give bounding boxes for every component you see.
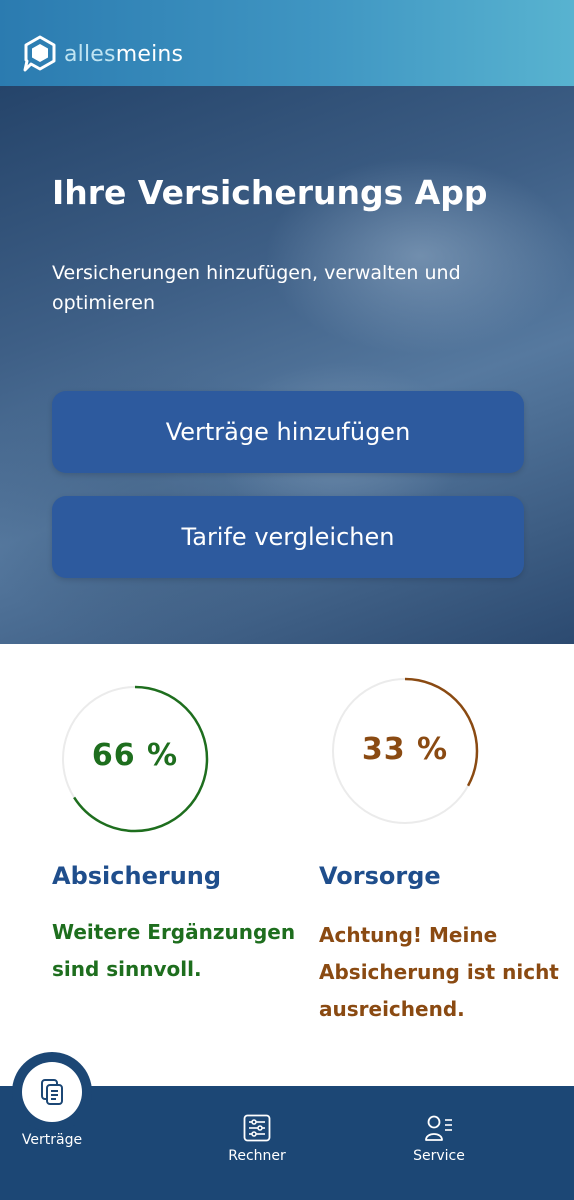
nav-label-service: Service [413,1148,465,1164]
brand-logo[interactable]: allesmeins [20,34,183,74]
hero-subtitle: Versicherungen hinzufügen, verwalten und… [52,262,461,314]
nav-item-service[interactable]: Service [399,1114,479,1164]
nav-label-calculator: Rechner [228,1148,286,1164]
retirement-title: Vorsorge [319,862,441,890]
coverage-title: Absicherung [52,862,222,890]
hero-section: Ihre Versicherungs App Versicherungen hi… [0,86,574,644]
compare-tariffs-button[interactable]: Tarife vergleichen [52,496,524,578]
nav-item-calculator[interactable]: Rechner [217,1114,297,1164]
nav-item-contracts-icon-button[interactable] [22,1062,82,1122]
coverage-message: Weitere Ergänzungen sind sinnvoll. [52,920,296,981]
app-header: allesmeins [0,0,574,86]
documents-icon [41,1079,63,1105]
nav-item-contracts[interactable]: Verträge [12,1132,92,1148]
add-contracts-button[interactable]: Verträge hinzufügen [52,391,524,473]
sliders-icon [243,1114,271,1142]
retirement-percent: 33 % [361,732,449,767]
logo-icon [23,35,56,72]
hero-title: Ihre Versicherungs App [52,173,488,212]
coverage-percent: 66 % [91,738,179,773]
person-list-icon [425,1115,452,1141]
retirement-message: Achtung! Meine Absicherung ist nicht aus… [319,923,559,1021]
logo-text: allesmeins [64,41,184,67]
nav-label-contracts: Verträge [21,1132,83,1148]
